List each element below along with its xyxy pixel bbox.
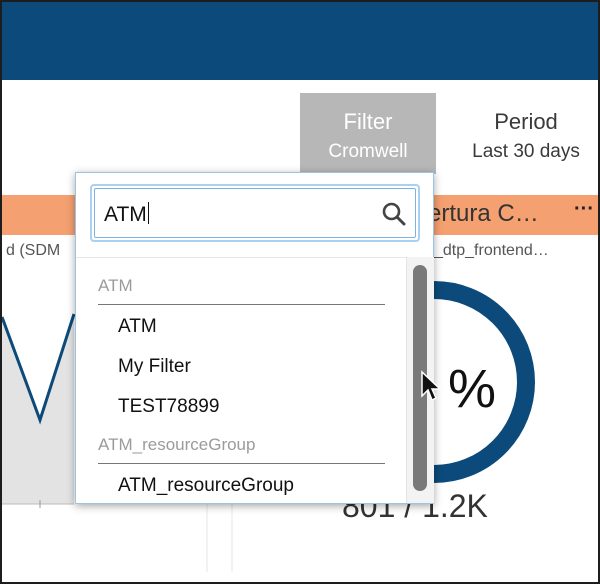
group-header: ATM	[98, 276, 133, 295]
group-divider	[98, 463, 385, 464]
list-item[interactable]: ATM	[118, 316, 157, 338]
screen: Filter Cromwell Period Last 30 days ertu…	[0, 0, 600, 584]
group-divider	[98, 304, 385, 305]
search-icon[interactable]	[381, 201, 407, 227]
group-header: ATM_resourceGroup	[98, 435, 256, 454]
list-item[interactable]: ATM_resourceGroup	[118, 475, 294, 497]
text-caret	[147, 202, 149, 224]
mouse-cursor-icon	[421, 370, 442, 402]
search-field[interactable]: ATM	[94, 188, 416, 238]
search-input-value: ATM	[104, 203, 147, 226]
search-input[interactable]: ATM	[104, 202, 149, 227]
filter-list: ATM ATM My Filter TEST78899 ATM_resource…	[76, 257, 406, 505]
search-box[interactable]: ATM	[90, 184, 420, 242]
list-item[interactable]: My Filter	[118, 356, 191, 378]
filter-dropdown: ATM ATM ATM My Filter TEST78899 ATM_reso…	[75, 172, 434, 504]
gauge-percent: %	[448, 359, 497, 419]
list-item[interactable]: TEST78899	[118, 396, 219, 418]
